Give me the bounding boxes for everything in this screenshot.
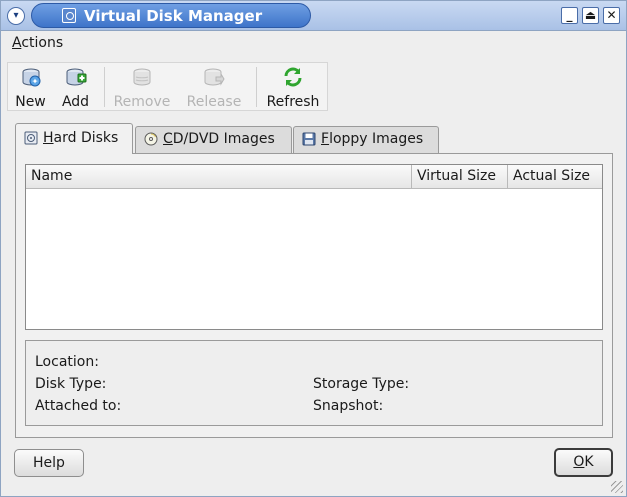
app-icon (62, 8, 76, 23)
add-button-label: Add (61, 94, 90, 110)
column-header-name[interactable]: Name (26, 165, 411, 189)
menu-actions-mnemonic: A (12, 35, 22, 51)
tab-floppy-mnemonic: F (321, 131, 330, 147)
resize-grip[interactable] (611, 481, 623, 493)
virtual-disk-manager-window: ▾ Virtual Disk Manager _ ⏏ ✕ Actions New (0, 0, 627, 497)
location-label: Location: (35, 354, 99, 370)
disk-type-label: Disk Type: (35, 376, 107, 392)
toolbar-separator (104, 67, 105, 107)
new-disk-icon (22, 68, 40, 87)
hard-disks-table[interactable]: Name Virtual Size Actual Size (25, 164, 603, 330)
hard-disk-icon (24, 131, 38, 145)
attached-to-label: Attached to: (35, 398, 122, 414)
window-title: Virtual Disk Manager (84, 7, 263, 25)
column-header-virtual-size[interactable]: Virtual Size (411, 165, 507, 189)
close-icon: ✕ (606, 8, 617, 22)
release-button[interactable]: Release (178, 63, 250, 110)
help-button-label: Help (33, 455, 65, 471)
toolbar-separator (256, 67, 257, 107)
remove-button[interactable]: Remove (108, 63, 176, 110)
refresh-icon (284, 67, 302, 87)
window-menu-button[interactable]: ▾ (7, 7, 25, 25)
tab-hard-disks[interactable]: Hard Disks (15, 123, 133, 154)
new-button-label: New (15, 94, 46, 110)
storage-type-label: Storage Type: (313, 376, 410, 392)
close-button[interactable]: ✕ (603, 7, 620, 24)
menu-actions[interactable]: Actions (12, 35, 63, 51)
tab-floppy-label: loppy Images (329, 131, 424, 147)
add-disk-icon (66, 68, 86, 86)
help-button[interactable]: Help (14, 449, 84, 477)
minimize-button[interactable]: _ (561, 7, 578, 24)
maximize-icon: ⏏ (584, 8, 597, 22)
chevron-down-icon: ▾ (13, 10, 19, 21)
menu-actions-label: ctions (21, 35, 64, 51)
minimize-icon: _ (566, 8, 573, 22)
release-button-label: Release (186, 94, 242, 110)
remove-disk-icon (133, 68, 151, 86)
column-header-actual-size[interactable]: Actual Size (507, 165, 602, 189)
ok-button[interactable]: OK (554, 448, 613, 477)
new-button[interactable]: New (8, 63, 53, 110)
tab-cd-dvd-images[interactable]: CD/DVD Images (135, 126, 292, 153)
tab-hard-disks-label: ard Disks (53, 130, 119, 146)
cd-dvd-icon (144, 132, 158, 146)
ok-button-label: K (584, 454, 594, 470)
maximize-button[interactable]: ⏏ (582, 7, 599, 24)
remove-button-label: Remove (113, 94, 171, 110)
tab-cd-dvd-mnemonic: C (163, 131, 173, 147)
snapshot-label: Snapshot: (313, 398, 384, 414)
title-bar[interactable]: ▾ Virtual Disk Manager _ ⏏ ✕ (1, 1, 626, 31)
hard-disks-panel: Name Virtual Size Actual Size Location: … (15, 153, 613, 438)
title-pill: Virtual Disk Manager (31, 3, 311, 28)
refresh-button-label: Refresh (266, 94, 320, 110)
tab-floppy-images[interactable]: Floppy Images (293, 126, 439, 153)
disk-details-panel: Location: Disk Type: Storage Type: Attac… (25, 340, 603, 426)
tab-cd-dvd-label: D/DVD Images (172, 131, 275, 147)
floppy-icon (302, 132, 316, 146)
toolbar: New Add Remove Release Refresh (7, 62, 328, 111)
refresh-button[interactable]: Refresh (260, 63, 326, 110)
release-disk-icon (204, 68, 225, 86)
tab-hard-disks-mnemonic: H (43, 130, 54, 146)
add-button[interactable]: Add (53, 63, 98, 110)
ok-mnemonic: O (573, 454, 585, 470)
menubar: Actions (1, 32, 626, 58)
table-header: Name Virtual Size Actual Size (26, 165, 602, 189)
